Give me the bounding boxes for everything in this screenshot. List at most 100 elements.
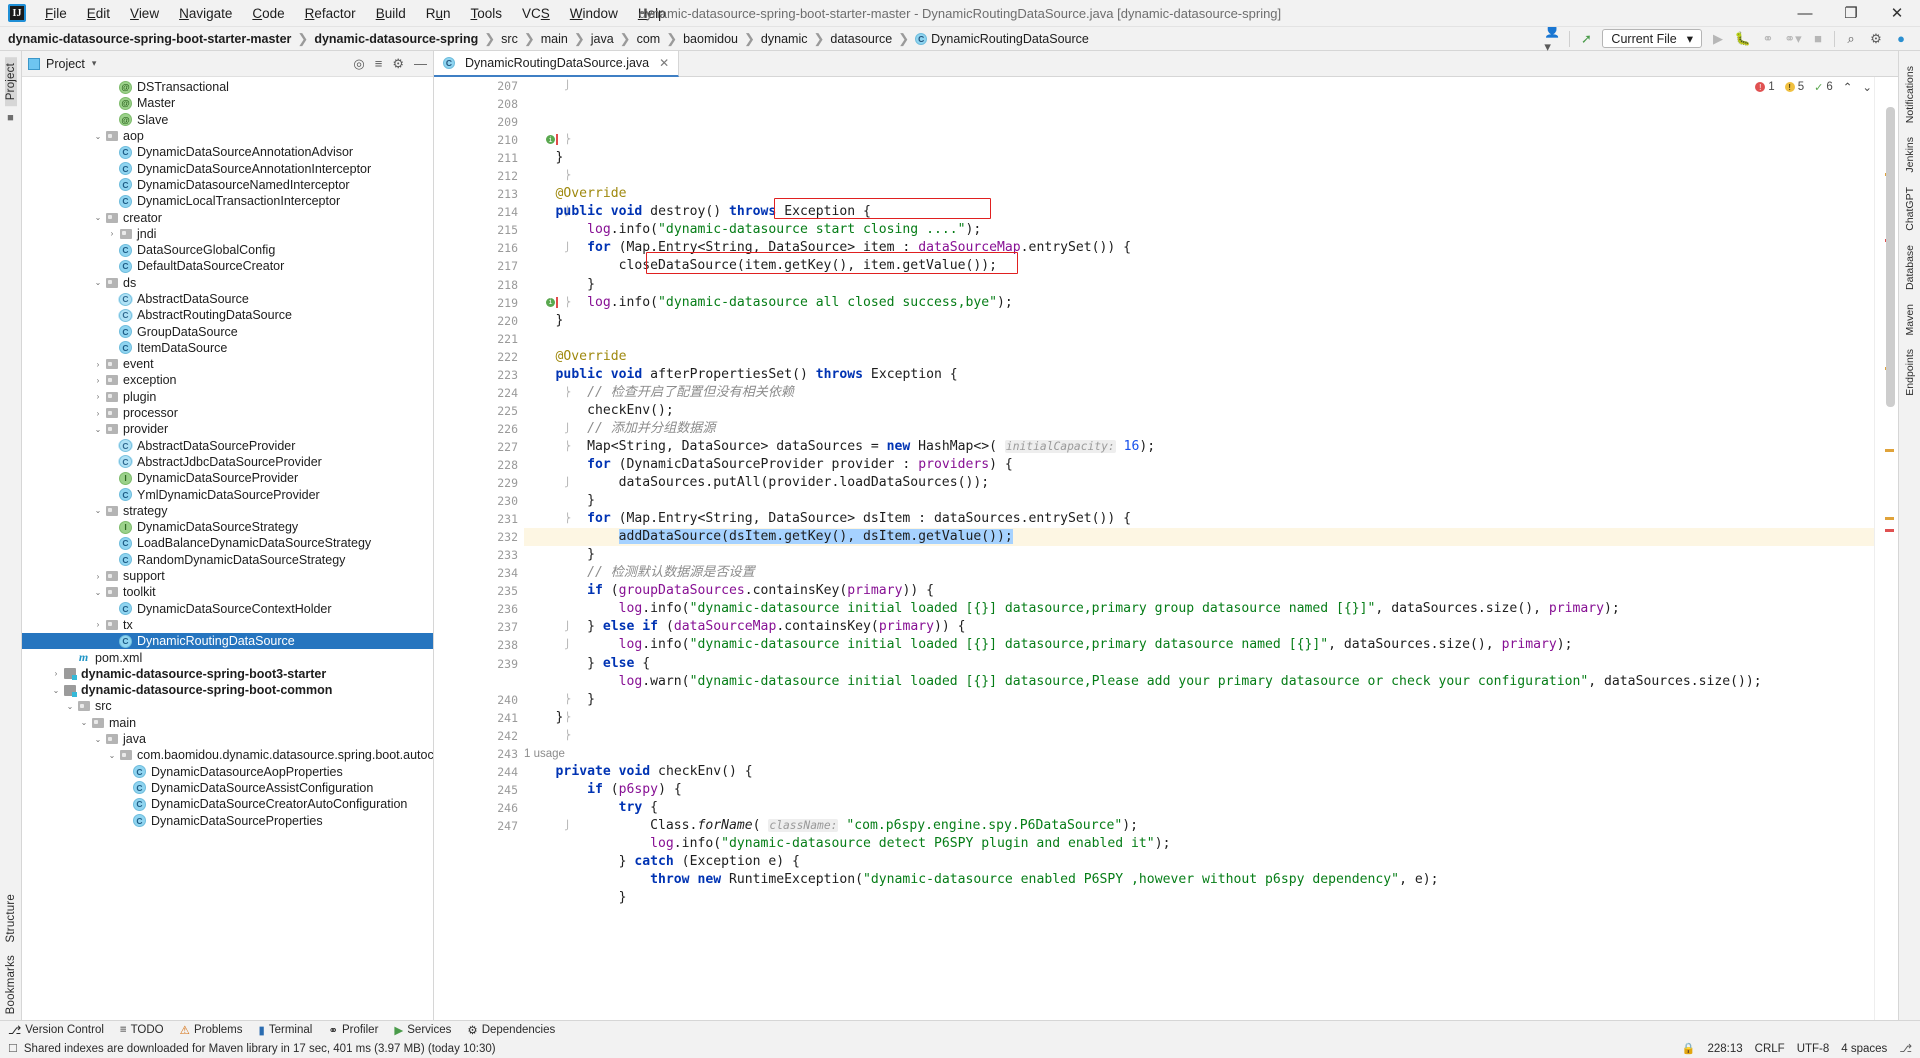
expand-arrow-icon[interactable]: › <box>92 620 104 629</box>
collapse-all-icon[interactable]: ≡ <box>375 56 383 71</box>
gutter-line[interactable]: 222 <box>434 348 522 366</box>
code-line[interactable]: log.info("dynamic-datasource detect P6SP… <box>524 835 1874 853</box>
tree-item[interactable]: C GroupDataSource <box>22 323 433 339</box>
tree-item[interactable]: › event <box>22 356 433 372</box>
code-line[interactable]: throw new RuntimeException("dynamic-data… <box>524 871 1874 889</box>
tree-item[interactable]: C LoadBalanceDynamicDataSourceStrategy <box>22 535 433 551</box>
tree-item[interactable]: ⌄ aop <box>22 128 433 144</box>
code-line[interactable]: } else { <box>524 655 1874 673</box>
tool-tab-version-control[interactable]: ⎇ Version Control <box>8 1023 104 1037</box>
tree-item[interactable]: C DynamicDataSourceAssistConfiguration <box>22 780 433 796</box>
editor-gutter[interactable]: 207 ⎭ 208 209 210 i ⎬ 211 212 ⎬ 213 214 ⎭ 215 216 ⎭ 217 2… <box>434 77 570 1020</box>
code-line[interactable]: @Override <box>524 348 1874 366</box>
code-line[interactable]: public void afterPropertiesSet() throws … <box>524 366 1874 384</box>
code-line[interactable]: } else if (dataSourceMap.containsKey(pri… <box>524 618 1874 636</box>
code-line[interactable]: 1 usage <box>524 745 1874 763</box>
code-line[interactable]: if (p6spy) { <box>524 781 1874 799</box>
code-line[interactable]: log.info("dynamic-datasource start closi… <box>524 221 1874 239</box>
gutter-line[interactable]: 217 <box>434 257 522 275</box>
menu-item-tools[interactable]: Tools <box>462 3 512 24</box>
profile-icon[interactable]: 👤▾ <box>1544 23 1562 54</box>
code-line[interactable]: } <box>524 492 1874 510</box>
tree-item[interactable]: C DynamicDatasourceAopProperties <box>22 763 433 779</box>
menu-item-file[interactable]: File <box>36 3 76 24</box>
expand-arrow-icon[interactable]: ⌄ <box>92 213 104 222</box>
tree-item[interactable]: ⌄ com.baomidou.dynamic.datasource.spring.… <box>22 747 433 763</box>
gutter-line[interactable]: 216 ⎭ <box>434 239 570 257</box>
tree-item[interactable]: ⌄ ds <box>22 275 433 291</box>
breadcrumb-item-6[interactable]: baomidou <box>681 31 740 47</box>
gutter-line[interactable]: 236 <box>434 600 522 618</box>
expand-arrow-icon[interactable]: › <box>106 229 118 238</box>
menu-item-navigate[interactable]: Navigate <box>170 3 241 24</box>
tree-item[interactable]: C DynamicDatasourceNamedInterceptor <box>22 177 433 193</box>
code-line[interactable]: } <box>524 312 1874 330</box>
tool-tab-dependencies[interactable]: ⚙ Dependencies <box>467 1023 555 1037</box>
editor-code[interactable]: } @Override public void destroy() throws… <box>522 77 1874 1020</box>
gutter-line[interactable]: 209 <box>434 113 522 131</box>
gutter-line[interactable]: 239 <box>434 655 522 673</box>
code-line[interactable]: // 检查开启了配置但没有相关依赖 <box>524 384 1874 402</box>
gutter-line[interactable]: 208 <box>434 95 522 113</box>
rail-button-bookmarks[interactable]: Bookmarks <box>5 949 17 1020</box>
expand-arrow-icon[interactable]: ⌄ <box>92 132 104 141</box>
rail-button-notifications[interactable]: Notifications <box>1904 59 1916 130</box>
code-line[interactable]: Map<String, DataSource> dataSources = ne… <box>524 438 1874 456</box>
code-line[interactable]: public void destroy() throws Exception { <box>524 203 1874 221</box>
tree-item[interactable]: C YmlDynamicDataSourceProvider <box>22 486 433 502</box>
menu-item-refactor[interactable]: Refactor <box>296 3 365 24</box>
tree-item[interactable]: ⌄ creator <box>22 209 433 225</box>
tree-item[interactable]: ⌄ java <box>22 731 433 747</box>
tree-item[interactable]: C ItemDataSource <box>22 340 433 356</box>
rail-button-chatgpt[interactable]: ChatGPT <box>1904 180 1916 238</box>
expand-arrow-icon[interactable]: ⌄ <box>92 278 104 287</box>
code-line[interactable]: // 添加并分组数据源 <box>524 420 1874 438</box>
gutter-line[interactable]: 229 ⎭ <box>434 474 570 492</box>
code-line[interactable]: dataSources.putAll(provider.loadDataSour… <box>524 474 1874 492</box>
tree-item[interactable]: › plugin <box>22 389 433 405</box>
menu-item-window[interactable]: Window <box>561 3 627 24</box>
tree-item[interactable]: C DynamicDataSourceCreatorAutoConfigurati… <box>22 796 433 812</box>
gutter-line[interactable]: 218 <box>434 276 522 294</box>
gutter-line[interactable]: 210 i ⎬ <box>434 131 570 149</box>
line-separator[interactable]: CRLF <box>1755 1043 1785 1055</box>
gutter-line[interactable]: 220 <box>434 312 522 330</box>
breadcrumb-item-7[interactable]: dynamic <box>759 31 810 47</box>
gear-icon[interactable]: ⚙ <box>392 56 404 72</box>
inspection-expand-icon[interactable]: ⌃ <box>1843 80 1853 94</box>
rail-button-maven[interactable]: Maven <box>1904 297 1916 343</box>
run-icon[interactable]: ▶ <box>1709 30 1727 48</box>
code-line[interactable]: log.info("dynamic-datasource initial loa… <box>524 636 1874 654</box>
code-line[interactable]: } <box>524 149 1874 167</box>
code-line[interactable]: Class.forName( className: "com.p6spy.eng… <box>524 817 1874 835</box>
gutter-line[interactable]: 234 <box>434 564 522 582</box>
code-line[interactable]: } <box>524 691 1874 709</box>
expand-arrow-icon[interactable]: ⌄ <box>78 718 90 727</box>
expand-arrow-icon[interactable]: ⌄ <box>64 702 76 711</box>
gutter-line[interactable]: 244 <box>434 763 522 781</box>
tree-item[interactable]: › exception <box>22 372 433 388</box>
minimize-button[interactable]: — <box>1782 0 1828 27</box>
tree-item[interactable]: C DynamicLocalTransactionInterceptor <box>22 193 433 209</box>
code-line[interactable] <box>524 727 1874 745</box>
tree-item[interactable]: › dynamic-datasource-spring-boot3-starter <box>22 666 433 682</box>
code-line[interactable]: } <box>524 889 1874 907</box>
code-line[interactable]: private void checkEnv() { <box>524 763 1874 781</box>
tree-item[interactable]: @ Master <box>22 95 433 111</box>
commit-icon[interactable]: ■ <box>7 112 14 124</box>
expand-arrow-icon[interactable]: › <box>92 409 104 418</box>
tree-item[interactable]: ⌄ toolkit <box>22 584 433 600</box>
gutter-line[interactable]: 240 ⎬ <box>434 691 570 709</box>
tree-item[interactable]: ⌄ src <box>22 698 433 714</box>
breadcrumb-item-5[interactable]: com <box>635 31 663 47</box>
gutter-line[interactable]: 215 <box>434 221 522 239</box>
code-line[interactable] <box>524 167 1874 185</box>
gutter-line[interactable] <box>434 673 522 691</box>
rail-button-endpoints[interactable]: Endpoints <box>1904 342 1916 403</box>
code-line[interactable]: } <box>524 709 1874 727</box>
code-line[interactable]: } <box>524 276 1874 294</box>
tree-item[interactable]: @ Slave <box>22 112 433 128</box>
rail-button-structure[interactable]: Structure <box>5 888 17 948</box>
breadcrumb-item-4[interactable]: java <box>589 31 616 47</box>
indent-setting[interactable]: 4 spaces <box>1841 1043 1887 1055</box>
